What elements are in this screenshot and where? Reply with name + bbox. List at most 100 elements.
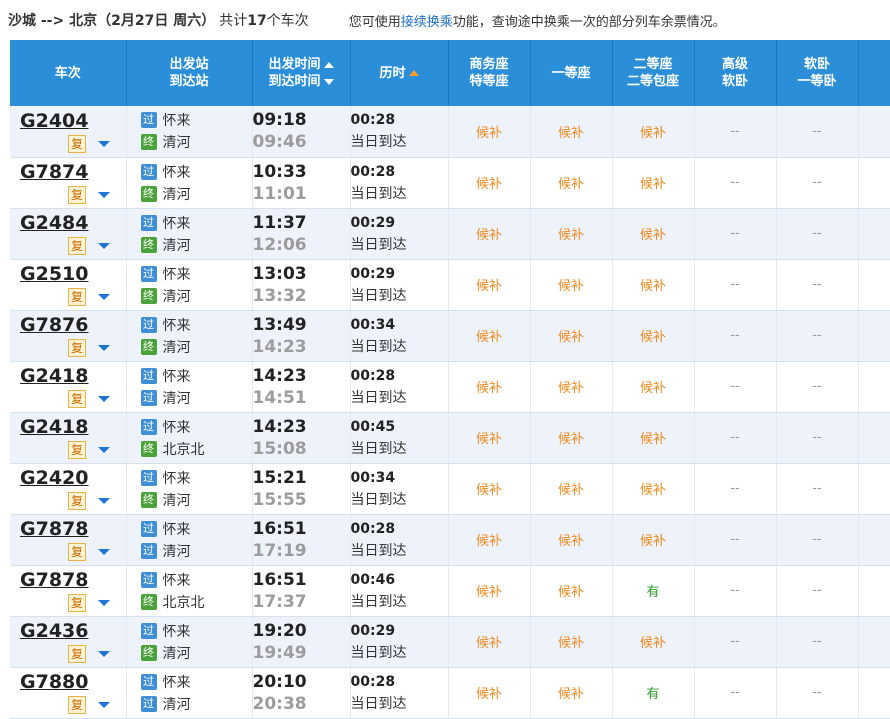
business-seat[interactable]: 候补 [448, 463, 531, 515]
business-seat[interactable]: 候补 [448, 259, 531, 311]
repeat-icon[interactable]: 复 [68, 390, 86, 408]
header-train: 车次 [10, 40, 127, 106]
business-seat[interactable]: 候补 [448, 412, 531, 464]
table-row[interactable]: G2418 复过怀来过清河 14:23 14:51 00:28 当日到达 候补 候补 候补 -- -… [10, 361, 890, 413]
business-seat[interactable]: 候补 [448, 157, 531, 209]
expand-caret-icon[interactable] [98, 140, 110, 147]
first-class-seat[interactable]: 候补 [530, 616, 613, 668]
repeat-icon[interactable]: 复 [68, 696, 86, 714]
repeat-icon[interactable]: 复 [68, 186, 86, 204]
sort-asc-icon[interactable] [323, 61, 334, 68]
first-class-seat[interactable]: 候补 [530, 157, 613, 209]
expand-caret-icon[interactable] [98, 600, 110, 606]
second-class-seat[interactable]: 候补 [612, 514, 695, 566]
first-class-seat[interactable]: 候补 [530, 565, 613, 617]
train-number-link[interactable]: G2418 [20, 365, 126, 387]
first-class-seat[interactable]: 候补 [530, 208, 613, 260]
repeat-icon[interactable]: 复 [68, 492, 86, 510]
header-duration[interactable]: 历时 [350, 40, 449, 106]
business-seat[interactable]: 候补 [448, 514, 531, 566]
train-number-link[interactable]: G2484 [20, 212, 126, 234]
business-seat[interactable]: 候补 [448, 310, 531, 362]
second-class-seat[interactable]: 候补 [612, 157, 695, 209]
train-number-link[interactable]: G7874 [20, 161, 126, 183]
expand-caret-icon[interactable] [98, 447, 110, 453]
header-arr-label: 到达时间 [268, 74, 321, 89]
first-class-seat[interactable]: 候补 [530, 514, 613, 566]
business-seat[interactable]: 候补 [448, 565, 531, 617]
second-class-seat[interactable]: 候补 [612, 463, 695, 515]
train-number-link[interactable]: G7878 [20, 518, 126, 540]
first-class-seat[interactable]: 候补 [530, 310, 613, 362]
train-number-link[interactable]: G2418 [20, 416, 126, 438]
pass-station-icon: 过 [140, 163, 157, 180]
train-number-link[interactable]: G7880 [20, 671, 126, 693]
first-class-seat[interactable]: 候补 [530, 106, 613, 158]
expand-caret-icon[interactable] [98, 702, 110, 708]
transfer-link[interactable]: 接续换乘 [401, 15, 453, 30]
second-class-seat[interactable]: 候补 [612, 412, 695, 464]
first-class-seat[interactable]: 候补 [530, 361, 613, 413]
repeat-icon[interactable]: 复 [68, 237, 86, 255]
repeat-icon[interactable]: 复 [68, 645, 86, 663]
first-class-seat[interactable]: 候补 [530, 667, 613, 719]
soft-sleeper-seat: -- [776, 412, 859, 464]
first-class-seat[interactable]: 候补 [530, 412, 613, 464]
train-number-link[interactable]: G2510 [20, 263, 126, 285]
second-class-seat[interactable]: 候补 [612, 310, 695, 362]
train-number-link[interactable]: G2404 [20, 110, 126, 132]
expand-caret-icon[interactable] [98, 549, 110, 555]
first-class-seat[interactable]: 候补 [530, 463, 613, 515]
business-seat[interactable]: 候补 [448, 361, 531, 413]
business-seat[interactable]: 候补 [448, 667, 531, 719]
repeat-icon[interactable]: 复 [68, 543, 86, 561]
second-class-seat[interactable]: 候补 [612, 616, 695, 668]
repeat-icon[interactable]: 复 [68, 288, 86, 306]
repeat-icon[interactable]: 复 [68, 441, 86, 459]
second-class-seat[interactable]: 候补 [612, 259, 695, 311]
header-times[interactable]: 出发时间 到达时间 [252, 40, 351, 106]
second-class-seat[interactable]: 候补 [612, 361, 695, 413]
duration-cell: 00:29 当日到达 [350, 616, 449, 668]
expand-caret-icon[interactable] [98, 396, 110, 402]
expand-caret-icon[interactable] [98, 345, 110, 351]
header-business-label: 商务座 [469, 57, 509, 72]
business-seat[interactable]: 候补 [448, 616, 531, 668]
expand-caret-icon[interactable] [98, 243, 110, 249]
business-seat[interactable]: 候补 [448, 106, 531, 158]
table-row[interactable]: G7874 复过怀来终清河 10:33 11:01 00:28 当日到达 候补 候补 候补 -- -… [10, 157, 890, 209]
table-row[interactable]: G2484 复过怀来终清河 11:37 12:06 00:29 当日到达 候补 候补 候补 -- -… [10, 208, 890, 260]
arrival-station-icon: 终 [140, 287, 157, 304]
first-class-seat[interactable]: 候补 [530, 259, 613, 311]
expand-caret-icon[interactable] [98, 651, 110, 657]
repeat-icon[interactable]: 复 [68, 594, 86, 612]
table-row[interactable]: G7878 复过怀来终北京北 16:51 17:37 00:46 当日到达 候补 候补有 -- -… [10, 565, 890, 617]
table-row[interactable]: G7880 复过怀来过清河 20:10 20:38 00:28 当日到达 候补 候补有 -- -- [10, 667, 890, 719]
table-row[interactable]: G2420 复过怀来终清河 15:21 15:55 00:34 当日到达 候补 候补 候补 -- -… [10, 463, 890, 515]
sort-active-icon[interactable] [408, 70, 419, 76]
repeat-icon[interactable]: 复 [68, 339, 86, 357]
repeat-icon[interactable]: 复 [68, 134, 86, 153]
expand-caret-icon[interactable] [98, 192, 110, 198]
business-seat[interactable]: 候补 [448, 208, 531, 260]
expand-caret-icon[interactable] [98, 498, 110, 504]
train-number-link[interactable]: G7878 [20, 569, 126, 591]
second-class-seat[interactable]: 候补 [612, 106, 695, 158]
second-class-seat[interactable]: 有 [612, 565, 695, 617]
train-number-link[interactable]: G7876 [20, 314, 126, 336]
departure-time: 14:23 [252, 365, 307, 386]
table-row[interactable]: G2510 复过怀来终清河 13:03 13:32 00:29 当日到达 候补 候补 候补 -- -… [10, 259, 890, 311]
arrival-station-icon: 过 [140, 389, 157, 406]
table-row[interactable]: G7878 复过怀来过清河 16:51 17:19 00:28 当日到达 候补 候补 候补 -- -… [10, 514, 890, 566]
train-number-link[interactable]: G2420 [20, 467, 126, 489]
sort-desc-icon[interactable] [323, 78, 334, 85]
table-row[interactable]: G2404 复过怀来终清河 09:18 09:46 00:28 当日到达 候补 候补 候补 -- -… [10, 106, 890, 158]
overflow-cell [858, 565, 890, 617]
table-row[interactable]: G2436 复过怀来终清河 19:20 19:49 00:29 当日到达 候补 候补 候补 -- -… [10, 616, 890, 668]
train-number-link[interactable]: G2436 [20, 620, 126, 642]
second-class-seat[interactable]: 有 [612, 667, 695, 719]
table-row[interactable]: G7876 复过怀来终清河 13:49 14:23 00:34 当日到达 候补 候补 候补 -- -… [10, 310, 890, 362]
second-class-seat[interactable]: 候补 [612, 208, 695, 260]
expand-caret-icon[interactable] [98, 294, 110, 300]
table-row[interactable]: G2418 复过怀来终北京北 14:23 15:08 00:45 当日到达 候补 候补 候补 --… [10, 412, 890, 464]
